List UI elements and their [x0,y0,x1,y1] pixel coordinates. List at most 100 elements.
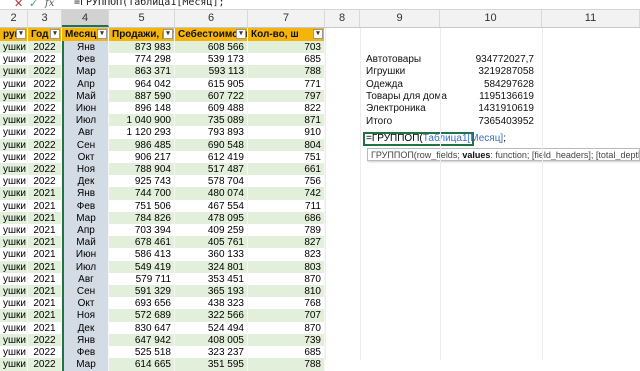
table-cell[interactable]: 2022 [28,150,62,164]
table-cell[interactable]: 685 [248,53,325,67]
table-header-cell[interactable]: Продажи, ру ▾ [109,28,175,41]
table-cell[interactable]: ушки [0,187,28,201]
summary-value[interactable]: 3219287058 [420,66,534,78]
table-cell[interactable]: ушки [0,285,28,298]
table-cell[interactable]: Апр [62,224,109,237]
summary-label[interactable]: Электроника [366,103,426,115]
table-cell[interactable]: 823 [248,248,325,262]
column-header[interactable]: 5 [109,10,175,27]
table-cell[interactable]: 647 942 [109,333,175,347]
table-cell[interactable]: ушки [0,163,28,176]
table-cell[interactable]: 686 [248,211,325,225]
table-cell[interactable]: 2022 [28,41,62,54]
table-cell[interactable]: 685 [248,346,325,359]
table-cell[interactable]: Дек [62,175,109,189]
table-header-cell[interactable]: Год ▾ [28,28,62,41]
table-cell[interactable]: 661 [248,163,325,176]
table-cell[interactable]: 1 120 293 [109,126,175,140]
table-cell[interactable]: Мар [62,65,109,79]
table-cell[interactable]: 2022 [28,175,62,189]
table-cell[interactable]: 678 461 [109,236,175,250]
table-cell[interactable]: 742 [248,187,325,201]
table-cell[interactable]: Янв [62,187,109,201]
table-cell[interactable]: 2021 [28,199,62,213]
table-cell[interactable]: Ноя [62,163,109,176]
filter-dropdown-icon[interactable]: ▾ [236,29,246,39]
table-cell[interactable]: 788 904 [109,163,175,176]
table-cell[interactable]: Июн [62,102,109,115]
table-cell[interactable]: 2022 [28,358,62,371]
table-cell[interactable]: 608 566 [175,41,248,54]
table-cell[interactable]: 768 [248,297,325,311]
table-cell[interactable]: 324 801 [175,260,248,274]
table-cell[interactable]: 2022 [28,126,62,140]
table-cell[interactable]: ушки [0,248,28,262]
table-cell[interactable]: ушки [0,309,28,323]
table-cell[interactable]: 615 905 [175,77,248,91]
table-cell[interactable]: 612 419 [175,150,248,164]
table-cell[interactable]: ушки [0,138,28,152]
table-cell[interactable]: ушки [0,358,28,371]
column-header[interactable]: 3 [28,10,62,27]
table-cell[interactable]: 2022 [28,65,62,79]
table-cell[interactable]: 478 095 [175,211,248,225]
table-cell[interactable]: 2021 [28,211,62,225]
table-cell[interactable]: 549 419 [109,260,175,274]
table-cell[interactable]: 607 722 [175,89,248,103]
table-cell[interactable]: 524 494 [175,321,248,335]
table-cell[interactable]: 572 689 [109,309,175,323]
table-cell[interactable]: 703 394 [109,224,175,237]
filter-dropdown-icon[interactable]: ▾ [16,29,26,39]
table-cell[interactable]: 2022 [28,77,62,91]
table-cell[interactable]: 797 [248,89,325,103]
table-cell[interactable]: 793 893 [175,126,248,140]
column-header[interactable]: 7 [248,10,325,27]
table-cell[interactable]: 2022 [28,163,62,176]
table-cell[interactable]: 925 743 [109,175,175,189]
summary-value[interactable]: 7365403952 [420,116,534,128]
table-cell[interactable]: 438 323 [175,297,248,311]
table-cell[interactable]: Июл [62,114,109,128]
table-cell[interactable]: 408 005 [175,333,248,347]
table-cell[interactable]: ушки [0,41,28,54]
filter-dropdown-icon[interactable]: ▾ [97,29,107,39]
table-cell[interactable]: 480 074 [175,187,248,201]
table-cell[interactable]: Ноя [62,309,109,323]
table-cell[interactable]: ушки [0,150,28,164]
table-cell[interactable]: 539 173 [175,53,248,67]
table-cell[interactable]: 517 487 [175,163,248,176]
table-cell[interactable]: 751 [248,150,325,164]
table-cell[interactable]: 2022 [28,346,62,359]
table-cell[interactable]: ушки [0,333,28,347]
table-cell[interactable]: 2022 [28,333,62,347]
check-icon[interactable]: ✓ [29,0,38,9]
table-cell[interactable]: ушки [0,224,28,237]
table-cell[interactable]: 578 704 [175,175,248,189]
table-cell[interactable]: Апр [62,77,109,91]
table-cell[interactable]: 586 413 [109,248,175,262]
column-header[interactable]: 2 [0,10,28,27]
table-cell[interactable]: ушки [0,260,28,274]
table-cell[interactable]: Фев [62,346,109,359]
column-header[interactable]: 9 [360,10,440,27]
table-cell[interactable]: 896 148 [109,102,175,115]
table-cell[interactable]: Мар [62,211,109,225]
table-cell[interactable]: 751 506 [109,199,175,213]
table-cell[interactable]: 756 [248,175,325,189]
table-cell[interactable]: Сен [62,138,109,152]
formula-text[interactable]: =ГРУППОП(Таблица1[Месяц]; [74,0,225,8]
table-cell[interactable]: 591 329 [109,285,175,298]
table-header-cell[interactable]: Кол-во, ш ▾ [248,28,325,41]
function-tooltip[interactable]: ГРУППОП(row_fields; values: function; [f… [367,148,640,161]
table-cell[interactable]: 467 554 [175,199,248,213]
table-cell[interactable]: 2022 [28,89,62,103]
table-cell[interactable]: ушки [0,297,28,311]
table-cell[interactable]: 887 590 [109,89,175,103]
table-cell[interactable]: Сен [62,285,109,298]
table-cell[interactable]: 789 [248,224,325,237]
table-cell[interactable]: 711 [248,199,325,213]
table-cell[interactable]: 525 518 [109,346,175,359]
active-cell-editor[interactable]: =ГРУППОП(Таблица1[Месяц]; [363,132,506,146]
table-cell[interactable]: Мар [62,358,109,371]
table-cell[interactable]: ушки [0,102,28,115]
